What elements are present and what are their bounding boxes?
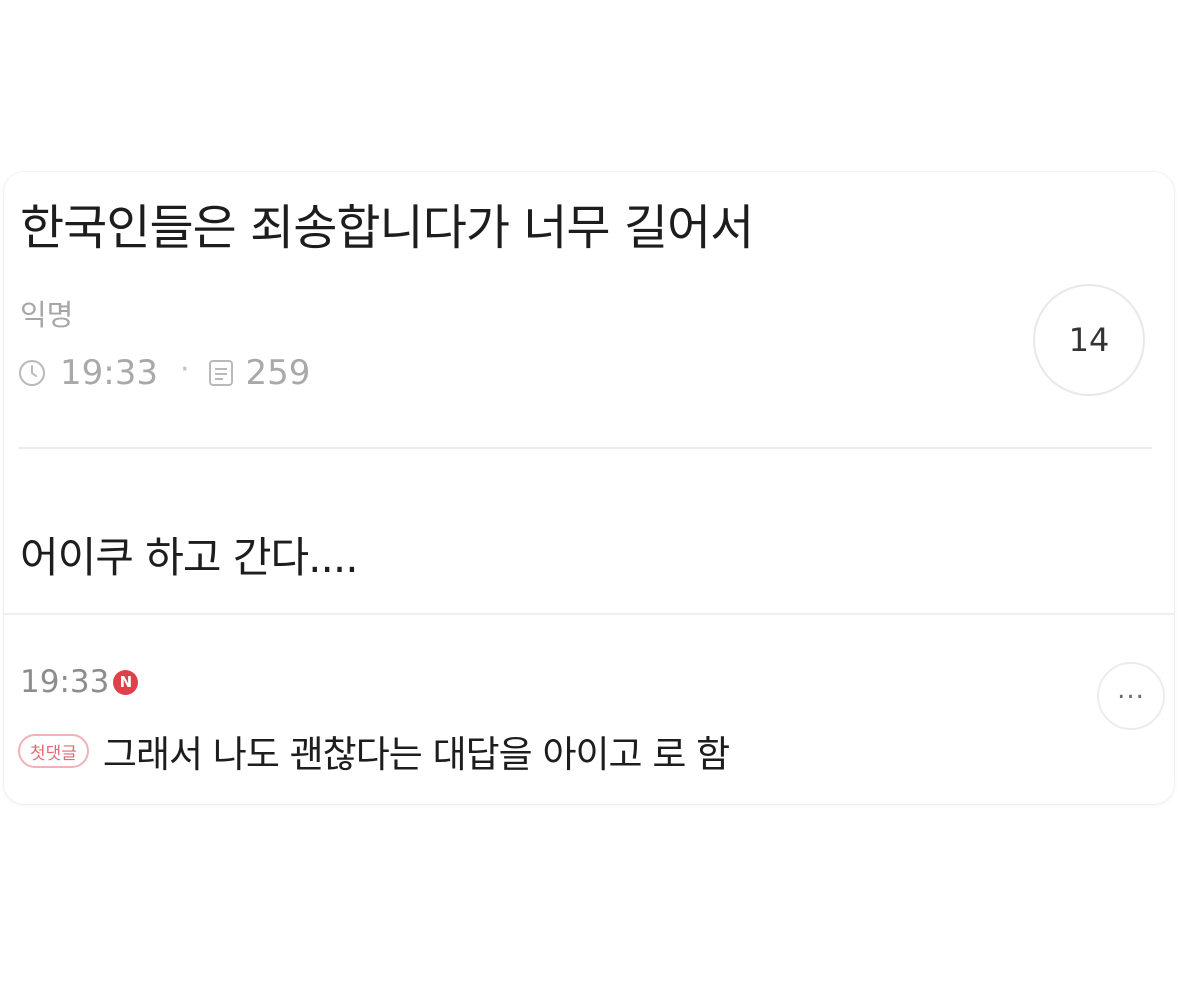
clock-icon bbox=[19, 360, 45, 386]
new-badge: N bbox=[113, 669, 139, 695]
more-icon: ... bbox=[1117, 675, 1145, 705]
comment-text: 그래서 나도 괜찮다는 대답을 아이고 로 함 bbox=[102, 733, 730, 776]
meta-separator: · bbox=[179, 351, 190, 387]
document-icon bbox=[208, 360, 233, 386]
comment-header: 19:33 N bbox=[20, 662, 139, 702]
post-card bbox=[4, 172, 1174, 804]
post-title: 한국인들은 죄송합니다가 너무 길어서 bbox=[20, 200, 754, 256]
post-author: 익명 bbox=[20, 298, 74, 332]
comment-time: 19:33 bbox=[20, 664, 110, 700]
post-views: 259 bbox=[245, 353, 311, 393]
comment-content: 첫댓글 그래서 나도 괜찮다는 대답을 아이고 로 함 bbox=[18, 728, 730, 776]
divider bbox=[18, 447, 1152, 449]
post-meta: 19:33 · 259 bbox=[18, 352, 310, 394]
comment-more-button[interactable]: ... bbox=[1097, 662, 1165, 730]
comment-count-label: 14 bbox=[1068, 321, 1110, 359]
post-time: 19:33 bbox=[60, 353, 158, 393]
comment-count-button[interactable]: 14 bbox=[1033, 284, 1145, 396]
post-body: 어이쿠 하고 간다.... bbox=[20, 533, 359, 582]
first-comment-tag: 첫댓글 bbox=[18, 734, 89, 768]
comment-divider bbox=[4, 613, 1174, 615]
